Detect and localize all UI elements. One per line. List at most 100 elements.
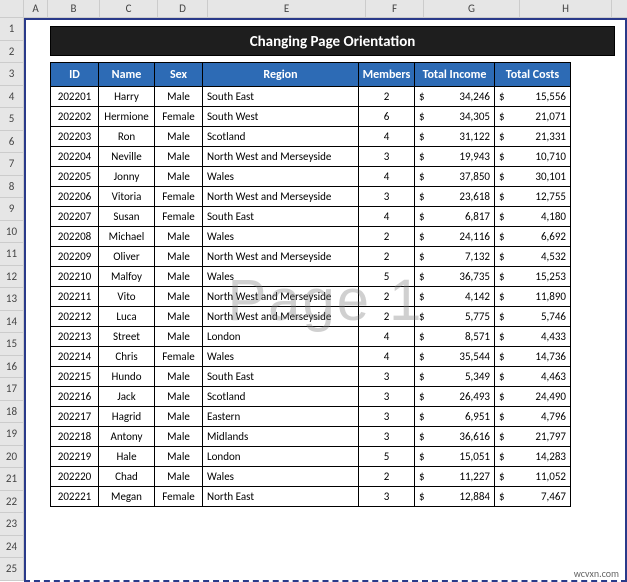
header-income[interactable]: Total Income xyxy=(415,63,495,87)
row-header[interactable]: 16 xyxy=(0,356,24,379)
cell-income[interactable]: $24,116 xyxy=(415,227,495,247)
cell-name[interactable]: Hermione xyxy=(99,107,155,127)
cell-costs[interactable]: $4,532 xyxy=(495,247,571,267)
row-header[interactable]: 12 xyxy=(0,266,24,289)
cell-id[interactable]: 202217 xyxy=(51,407,99,427)
cell-region[interactable]: Midlands xyxy=(203,427,359,447)
cell-region[interactable]: South East xyxy=(203,367,359,387)
cell-costs[interactable]: $15,253 xyxy=(495,267,571,287)
cell-name[interactable]: Hundo xyxy=(99,367,155,387)
cell-costs[interactable]: $14,283 xyxy=(495,447,571,467)
cell-costs[interactable]: $21,071 xyxy=(495,107,571,127)
row-header[interactable]: 6 xyxy=(0,131,24,154)
header-id[interactable]: ID xyxy=(51,63,99,87)
column-header[interactable] xyxy=(0,0,24,17)
cell-name[interactable]: Chad xyxy=(99,467,155,487)
cell-members[interactable]: 3 xyxy=(359,387,415,407)
cell-members[interactable]: 5 xyxy=(359,447,415,467)
cell-id[interactable]: 202215 xyxy=(51,367,99,387)
cell-name[interactable]: Hale xyxy=(99,447,155,467)
cell-costs[interactable]: $11,890 xyxy=(495,287,571,307)
cell-members[interactable]: 4 xyxy=(359,167,415,187)
row-header[interactable]: 8 xyxy=(0,176,24,199)
cell-income[interactable]: $4,142 xyxy=(415,287,495,307)
cell-region[interactable]: North West and Merseyside xyxy=(203,287,359,307)
cell-income[interactable]: $5,349 xyxy=(415,367,495,387)
cell-id[interactable]: 202220 xyxy=(51,467,99,487)
cell-costs[interactable]: $4,463 xyxy=(495,367,571,387)
cell-region[interactable]: Wales xyxy=(203,227,359,247)
cell-id[interactable]: 202216 xyxy=(51,387,99,407)
row-header[interactable]: 19 xyxy=(0,423,24,446)
cell-name[interactable]: Antony xyxy=(99,427,155,447)
cell-region[interactable]: Wales xyxy=(203,347,359,367)
cell-id[interactable]: 202210 xyxy=(51,267,99,287)
cell-region[interactable]: South East xyxy=(203,207,359,227)
cell-id[interactable]: 202221 xyxy=(51,487,99,507)
column-header[interactable]: C xyxy=(100,0,158,17)
column-header[interactable]: A xyxy=(24,0,48,17)
cell-members[interactable]: 2 xyxy=(359,247,415,267)
cell-costs[interactable]: $4,433 xyxy=(495,327,571,347)
header-costs[interactable]: Total Costs xyxy=(495,63,571,87)
cell-sex[interactable]: Male xyxy=(155,127,203,147)
cell-income[interactable]: $31,122 xyxy=(415,127,495,147)
column-header[interactable]: F xyxy=(366,0,424,17)
row-header[interactable]: 18 xyxy=(0,401,24,424)
cell-sex[interactable]: Male xyxy=(155,367,203,387)
cell-income[interactable]: $15,051 xyxy=(415,447,495,467)
cell-income[interactable]: $7,132 xyxy=(415,247,495,267)
cell-sex[interactable]: Male xyxy=(155,227,203,247)
cell-id[interactable]: 202206 xyxy=(51,187,99,207)
cell-income[interactable]: $34,246 xyxy=(415,87,495,107)
cell-costs[interactable]: $24,490 xyxy=(495,387,571,407)
row-header[interactable]: 10 xyxy=(0,221,24,244)
cell-costs[interactable]: $7,467 xyxy=(495,487,571,507)
row-header[interactable]: 17 xyxy=(0,378,24,401)
row-header[interactable]: 11 xyxy=(0,243,24,266)
cell-costs[interactable]: $4,796 xyxy=(495,407,571,427)
cell-members[interactable]: 3 xyxy=(359,147,415,167)
cell-income[interactable]: $8,571 xyxy=(415,327,495,347)
cell-name[interactable]: Jack xyxy=(99,387,155,407)
cell-costs[interactable]: $10,710 xyxy=(495,147,571,167)
header-sex[interactable]: Sex xyxy=(155,63,203,87)
cell-id[interactable]: 202202 xyxy=(51,107,99,127)
cell-income[interactable]: $36,616 xyxy=(415,427,495,447)
cell-sex[interactable]: Male xyxy=(155,247,203,267)
header-region[interactable]: Region xyxy=(203,63,359,87)
cell-costs[interactable]: $11,052 xyxy=(495,467,571,487)
cell-costs[interactable]: $6,692 xyxy=(495,227,571,247)
cell-sex[interactable]: Male xyxy=(155,327,203,347)
cell-members[interactable]: 3 xyxy=(359,427,415,447)
column-header[interactable]: B xyxy=(48,0,100,17)
column-header[interactable]: E xyxy=(208,0,366,17)
cell-name[interactable]: Hagrid xyxy=(99,407,155,427)
cell-members[interactable]: 6 xyxy=(359,107,415,127)
cell-id[interactable]: 202208 xyxy=(51,227,99,247)
row-header[interactable]: 2 xyxy=(0,41,24,64)
cell-sex[interactable]: Male xyxy=(155,427,203,447)
cell-name[interactable]: Jonny xyxy=(99,167,155,187)
cell-name[interactable]: Michael xyxy=(99,227,155,247)
cell-members[interactable]: 2 xyxy=(359,307,415,327)
cell-name[interactable]: Harry xyxy=(99,87,155,107)
row-header[interactable]: 5 xyxy=(0,108,24,131)
cell-income[interactable]: $12,884 xyxy=(415,487,495,507)
row-header[interactable]: 7 xyxy=(0,153,24,176)
cell-name[interactable]: Oliver xyxy=(99,247,155,267)
cell-name[interactable]: Street xyxy=(99,327,155,347)
cell-name[interactable]: Ron xyxy=(99,127,155,147)
cell-name[interactable]: Vitoria xyxy=(99,187,155,207)
cell-id[interactable]: 202218 xyxy=(51,427,99,447)
cell-members[interactable]: 3 xyxy=(359,487,415,507)
cell-sex[interactable]: Female xyxy=(155,207,203,227)
cell-id[interactable]: 202219 xyxy=(51,447,99,467)
row-header[interactable]: 24 xyxy=(0,536,24,559)
cell-sex[interactable]: Male xyxy=(155,287,203,307)
cell-region[interactable]: London xyxy=(203,327,359,347)
cell-income[interactable]: $19,943 xyxy=(415,147,495,167)
cell-sex[interactable]: Female xyxy=(155,187,203,207)
cell-members[interactable]: 4 xyxy=(359,347,415,367)
cell-region[interactable]: Wales xyxy=(203,167,359,187)
